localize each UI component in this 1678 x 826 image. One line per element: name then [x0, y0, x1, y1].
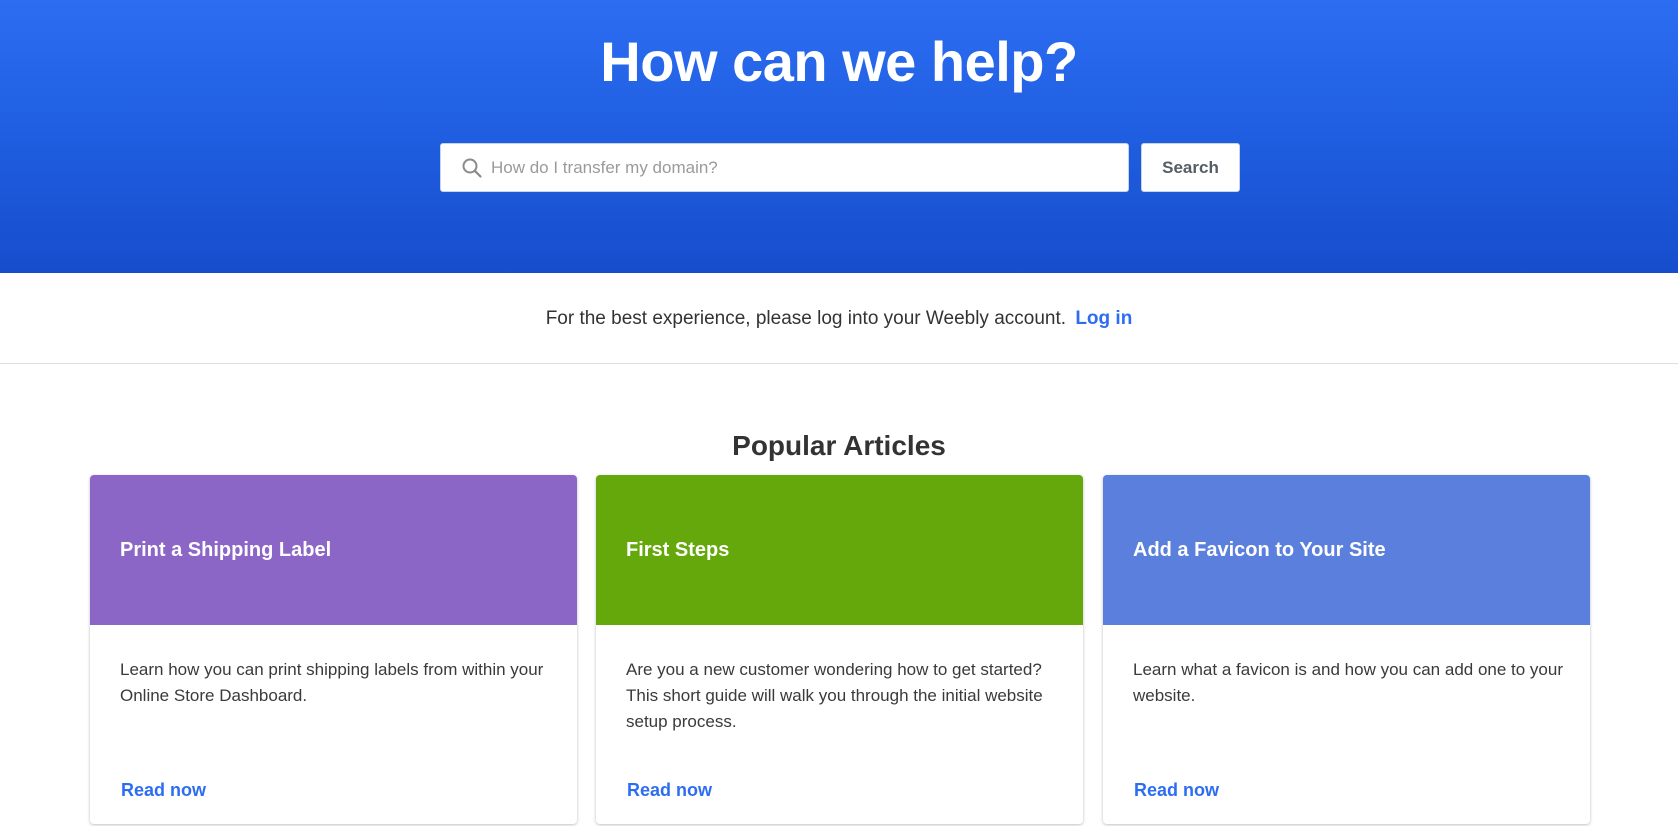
- search-input[interactable]: [491, 144, 1111, 191]
- hero-title: How can we help?: [600, 30, 1078, 93]
- login-prompt: For the best experience, please log into…: [0, 273, 1678, 364]
- search-button[interactable]: Search: [1141, 143, 1240, 192]
- card-description: Learn what a favicon is and how you can …: [1133, 660, 1564, 705]
- hero-banner: How can we help? Search: [0, 0, 1678, 273]
- read-now-link[interactable]: Read now: [1134, 777, 1219, 803]
- article-card-first-steps[interactable]: First Steps Are you a new customer wonde…: [596, 475, 1083, 824]
- card-header: Add a Favicon to Your Site: [1103, 475, 1590, 625]
- search-box[interactable]: [440, 143, 1129, 192]
- login-prompt-text: For the best experience, please log into…: [545, 308, 1067, 329]
- card-title: Add a Favicon to Your Site: [1133, 539, 1386, 561]
- card-description: Are you a new customer wondering how to …: [626, 660, 1043, 731]
- card-title: First Steps: [626, 539, 730, 561]
- card-header: First Steps: [596, 475, 1083, 625]
- popular-articles-title: Popular Articles: [732, 430, 946, 461]
- article-card-favicon[interactable]: Add a Favicon to Your Site Learn what a …: [1103, 475, 1590, 824]
- read-now-link[interactable]: Read now: [627, 777, 712, 803]
- login-link[interactable]: Log in: [1075, 308, 1132, 329]
- card-title: Print a Shipping Label: [120, 539, 332, 561]
- card-description: Learn how you can print shipping labels …: [120, 660, 544, 705]
- card-header: Print a Shipping Label: [90, 475, 577, 625]
- search-icon: [462, 158, 482, 178]
- article-card-shipping-label[interactable]: Print a Shipping Label Learn how you can…: [90, 475, 577, 824]
- read-now-link[interactable]: Read now: [121, 777, 206, 803]
